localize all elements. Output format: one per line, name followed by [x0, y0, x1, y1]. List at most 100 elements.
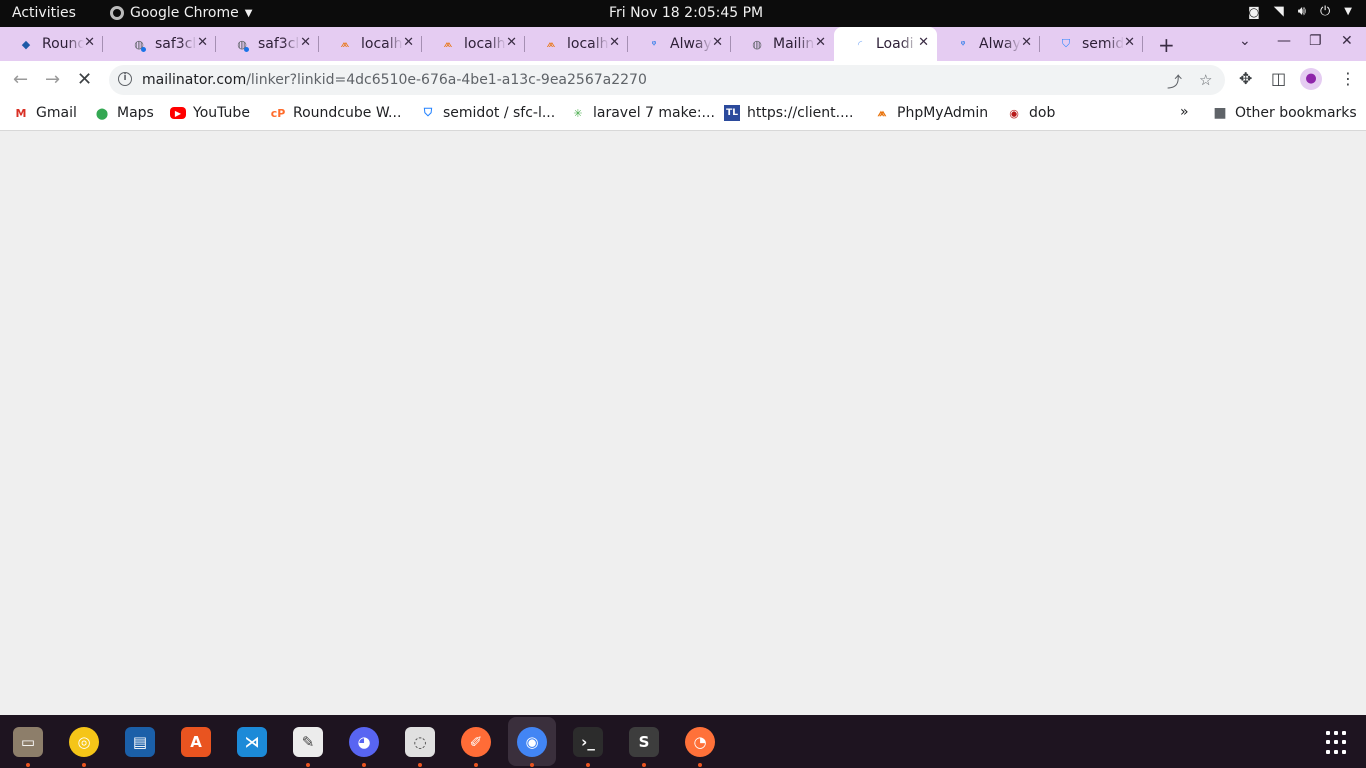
firefox-app-icon[interactable]: ◔ [685, 727, 715, 757]
side-panel-icon[interactable]: ◫ [1271, 69, 1286, 88]
tab-4[interactable]: ⩕ localh ✕ [422, 27, 525, 61]
tab-6[interactable]: ᵠ Alway ✕ [628, 27, 731, 61]
bookmark-phpmyadmin[interactable]: ⩕ PhpMyAdmin [874, 105, 989, 121]
tab-close-icon[interactable]: ✕ [1021, 35, 1032, 50]
tab-9[interactable]: ᵠ Alway ✕ [937, 27, 1040, 61]
tab-3[interactable]: ⩕ localh ✕ [319, 27, 422, 61]
youtube-icon: ▶ [170, 107, 186, 119]
bookmark-dob[interactable]: ◉ dob [1006, 105, 1055, 121]
terminal-app-icon[interactable]: ›_ [573, 727, 603, 757]
minimize-button[interactable]: — [1277, 33, 1291, 49]
tab-title: saf3cl [258, 36, 300, 52]
bookmark-laravel[interactable]: ✳ laravel 7 make:... [570, 105, 715, 121]
tab-0[interactable]: ◆ Roundcube✕ [0, 27, 103, 61]
bookmark-star-icon[interactable]: ☆ [1199, 71, 1212, 89]
tab-search-chevron-icon[interactable]: ⌄ [1239, 33, 1251, 49]
page-content-area[interactable] [0, 131, 1366, 715]
url-text[interactable]: mailinator.com/linker?linkid=4dc6510e-67… [142, 72, 647, 88]
bookmark-youtube[interactable]: ▶ YouTube [170, 105, 250, 121]
back-button[interactable]: ← [13, 69, 28, 90]
tab-close-icon[interactable]: ✕ [506, 35, 517, 50]
close-window-button[interactable]: ✕ [1341, 33, 1353, 49]
restore-button[interactable]: ❐ [1309, 33, 1322, 49]
tab-title: localh [361, 36, 403, 52]
rhythmbox-app-icon[interactable]: ◎ [69, 727, 99, 757]
tray-menu-caret-icon[interactable]: ▼ [1344, 6, 1352, 17]
other-bookmarks-folder[interactable]: ■ Other bookmarks [1212, 105, 1356, 121]
tab-attention-dot [141, 47, 146, 52]
screenshot-app-icon[interactable]: ◌ [405, 727, 435, 757]
address-bar[interactable]: i mailinator.com/linker?linkid=4dc6510e-… [109, 65, 1225, 95]
site-info-icon[interactable]: i [118, 72, 132, 86]
tab-title: Loadi [876, 36, 914, 52]
phpmyadmin-icon: ⩕ [340, 37, 350, 50]
share-icon[interactable]: ⤴ [1167, 71, 1182, 92]
tab-separator [1142, 36, 1143, 52]
tab-close-icon[interactable]: ✕ [815, 35, 826, 50]
discord-tray-icon[interactable]: ◙ [1248, 5, 1260, 19]
volume-icon[interactable]: 🔊︎ [1298, 4, 1306, 19]
bookmark-gmail[interactable]: M Gmail [13, 105, 77, 121]
activities-button[interactable]: Activities [12, 5, 76, 21]
tab-2[interactable]: ◍ saf3cl ✕ [216, 27, 319, 61]
bookmark-label: PhpMyAdmin [897, 105, 989, 121]
clock[interactable]: Fri Nov 18 2:05:45 PM [609, 5, 763, 21]
bookmark-maps[interactable]: ⬤ Maps [94, 105, 154, 121]
chrome-menu-icon[interactable]: ⋮ [1340, 69, 1356, 88]
text-editor-app-icon[interactable]: ✎ [293, 727, 323, 757]
software-center-app-icon[interactable]: A [181, 727, 211, 757]
gmail-icon: M [15, 106, 27, 120]
power-icon[interactable]: ⏻ [1320, 4, 1330, 19]
tab-close-icon[interactable]: ✕ [403, 35, 414, 50]
discord-app-icon[interactable]: ◕ [349, 727, 379, 757]
tab-8[interactable]: ◜ Loadi ✕ [834, 27, 937, 61]
bitbucket-icon: ⛉ [423, 106, 433, 119]
tab-title: saf3cl [155, 36, 197, 52]
ap-icon: ᵠ [651, 37, 657, 51]
running-indicator [474, 763, 478, 767]
tab-close-icon[interactable]: ✕ [609, 35, 620, 50]
tab-close-icon[interactable]: ✕ [197, 35, 208, 50]
maps-pin-icon: ⬤ [95, 106, 109, 120]
files-app-icon[interactable]: ▭ [13, 727, 43, 757]
new-tab-button[interactable]: + [1158, 33, 1175, 57]
profile-avatar-icon[interactable]: ● [1300, 68, 1322, 90]
running-indicator [642, 763, 646, 767]
stop-loading-button[interactable]: ✕ [77, 69, 92, 90]
bookmark-label: laravel 7 make:... [593, 105, 715, 121]
running-indicator [362, 763, 366, 767]
show-applications-button[interactable] [1326, 731, 1350, 755]
forward-button[interactable]: → [45, 69, 60, 90]
bookmark-semidot[interactable]: ⛉ semidot / sfc-l... [420, 105, 555, 121]
tab-10[interactable]: ⛉ semid ✕ [1040, 27, 1143, 61]
tab-title: Mailin [773, 36, 815, 52]
bookmark-https[interactable]: TL https://client.... [724, 105, 853, 121]
app-menu[interactable]: Google Chrome ▼ [110, 5, 252, 21]
chrome-app-icon[interactable]: ◉ [517, 727, 547, 757]
bookmark-label: Maps [117, 105, 154, 121]
vscode-app-icon[interactable]: ⋊ [237, 727, 267, 757]
folder-icon: ■ [1213, 105, 1227, 121]
gnome-top-bar: Activities Google Chrome ▼ Fri Nov 18 2:… [0, 0, 1366, 27]
extensions-puzzle-icon[interactable]: ✥ [1239, 69, 1252, 88]
tab-1[interactable]: ◍ saf3cl ✕ [113, 27, 216, 61]
wifi-icon[interactable]: ◥ [1274, 4, 1284, 19]
bookmark-roundcube[interactable]: cP Roundcube W... [270, 105, 402, 121]
tab-close-icon[interactable]: ✕ [300, 35, 311, 50]
postman-app-icon[interactable]: ✐ [461, 727, 491, 757]
running-indicator [698, 763, 702, 767]
phpmyadmin-icon: ⩕ [877, 106, 887, 119]
tab-close-icon[interactable]: ✕ [712, 35, 723, 50]
tab-title: Alway [670, 36, 712, 52]
system-tray[interactable]: ◙ ◥ 🔊︎ ⏻ ▼ [1248, 4, 1352, 19]
globe-icon: ◍ [752, 37, 762, 51]
libreoffice-writer-app-icon[interactable]: ▤ [125, 727, 155, 757]
tab-close-icon[interactable]: ✕ [84, 35, 95, 50]
bookmarks-overflow-button[interactable]: » [1180, 104, 1189, 120]
tab-7[interactable]: ◍ Mailin ✕ [731, 27, 834, 61]
laravel-icon: ✳ [573, 106, 583, 120]
tab-5[interactable]: ⩕ localh ✕ [525, 27, 628, 61]
tab-close-icon[interactable]: ✕ [918, 35, 929, 50]
tab-close-icon[interactable]: ✕ [1124, 35, 1135, 50]
sublime-text-app-icon[interactable]: S [629, 727, 659, 757]
